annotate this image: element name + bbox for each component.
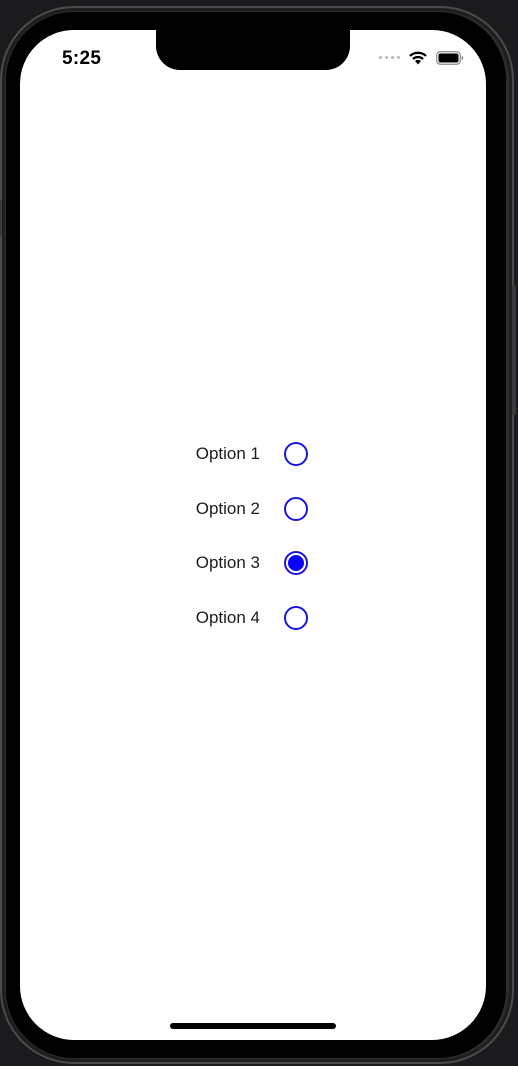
option-label: Option 1 bbox=[195, 444, 260, 463]
option-row-1[interactable]: Option 1 bbox=[20, 439, 486, 469]
signal-dots-icon bbox=[379, 56, 400, 59]
battery-icon bbox=[436, 50, 464, 65]
option-row-3[interactable]: Option 3 bbox=[20, 548, 486, 578]
status-icons bbox=[379, 50, 464, 65]
screen: 5:25 Option 1 Option 2 Option 3 Option 4 bbox=[20, 30, 486, 1040]
side-button bbox=[512, 285, 516, 415]
home-indicator[interactable] bbox=[170, 1023, 336, 1029]
status-time: 5:25 bbox=[62, 48, 102, 69]
option-row-4[interactable]: Option 4 bbox=[20, 603, 486, 633]
radio-button-1[interactable] bbox=[284, 442, 308, 466]
radio-button-4[interactable] bbox=[284, 606, 308, 630]
radio-button-2[interactable] bbox=[284, 497, 308, 521]
option-label: Option 4 bbox=[195, 608, 260, 627]
option-label: Option 3 bbox=[195, 553, 260, 572]
option-label: Option 2 bbox=[195, 499, 260, 518]
radio-button-3[interactable] bbox=[284, 551, 308, 575]
wifi-icon bbox=[409, 51, 427, 65]
notch bbox=[156, 30, 350, 70]
option-row-2[interactable]: Option 2 bbox=[20, 494, 486, 524]
radio-selected-dot bbox=[288, 555, 304, 571]
volume-button bbox=[0, 200, 2, 236]
